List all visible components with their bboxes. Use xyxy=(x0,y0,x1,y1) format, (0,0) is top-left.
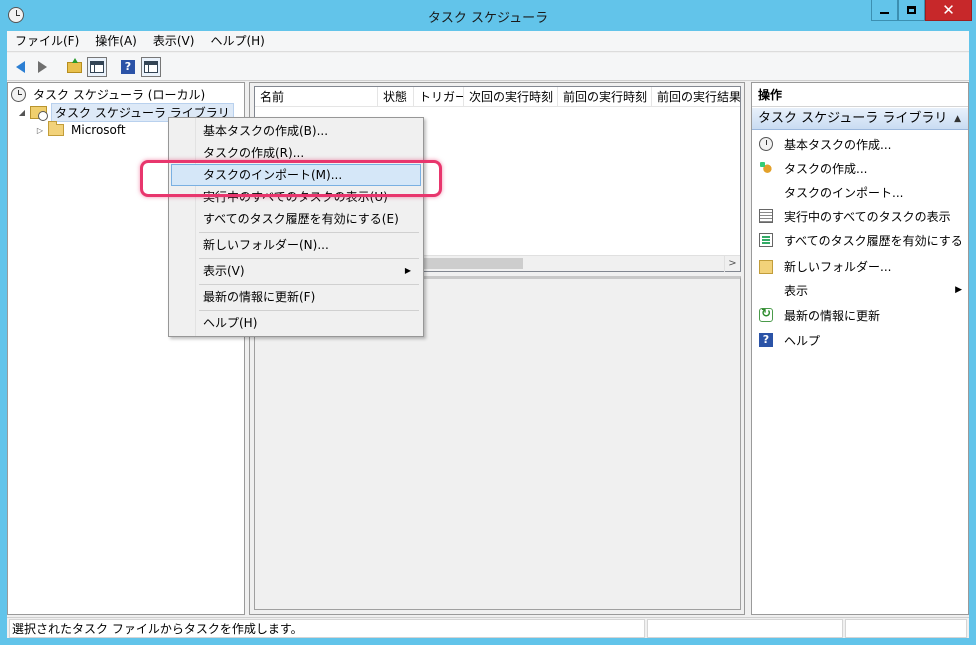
action-create-basic-task[interactable]: 基本タスクの作成... xyxy=(752,133,968,155)
actions-header: 操作 xyxy=(752,83,968,107)
up-folder-button[interactable] xyxy=(64,57,84,77)
action-display-running-tasks[interactable]: 実行中のすべてのタスクの表示 xyxy=(752,205,968,227)
menu-separator xyxy=(199,284,419,285)
forward-arrow-icon xyxy=(37,61,47,73)
collapse-triangle-icon[interactable]: ▲ xyxy=(954,108,961,130)
submenu-arrow-icon: ▶ xyxy=(955,285,962,295)
action-create-task[interactable]: タスクの作成... xyxy=(752,157,968,179)
status-segment xyxy=(845,619,967,638)
task-icon xyxy=(759,161,773,175)
action-label: タスクの作成... xyxy=(784,161,868,176)
help-icon: ? xyxy=(759,333,773,347)
back-button[interactable] xyxy=(10,57,30,77)
action-label: タスクのインポート... xyxy=(784,185,904,200)
action-pane-icon xyxy=(144,61,158,73)
client-area: ファイル(F) 操作(A) 表示(V) ヘルプ(H) ? タスク スケジューラ … xyxy=(7,31,969,638)
back-arrow-icon xyxy=(15,61,25,73)
minimize-button[interactable] xyxy=(871,0,898,21)
toolbar: ? xyxy=(7,53,969,81)
console-tree-icon xyxy=(90,61,104,73)
library-folder-icon xyxy=(30,105,48,121)
context-item-refresh[interactable]: 最新の情報に更新(F) xyxy=(171,286,421,308)
menu-help[interactable]: ヘルプ(H) xyxy=(202,31,272,51)
column-header-last-result[interactable]: 前回の実行結果 xyxy=(652,87,740,107)
close-icon: ✕ xyxy=(942,0,955,19)
clock-icon xyxy=(11,86,26,102)
context-item-help[interactable]: ヘルプ(H) xyxy=(171,312,421,334)
help-button[interactable]: ? xyxy=(118,57,138,77)
minimize-icon xyxy=(880,12,889,14)
menu-separator xyxy=(199,232,419,233)
action-label: 新しいフォルダー... xyxy=(784,259,892,274)
actions-group-library[interactable]: タスク スケジューラ ライブラリ ▲ xyxy=(752,108,968,130)
highlight-callout xyxy=(140,160,442,197)
column-header-status[interactable]: 状態 xyxy=(378,87,414,107)
maximize-button[interactable] xyxy=(898,0,925,21)
show-hide-action-pane-button[interactable] xyxy=(141,57,161,77)
maximize-icon xyxy=(907,6,916,14)
close-button[interactable]: ✕ xyxy=(925,0,972,21)
action-enable-task-history[interactable]: すべてのタスク履歴を有効にする xyxy=(752,229,968,251)
action-label: 基本タスクの作成... xyxy=(784,137,892,152)
expanded-triangle-icon[interactable]: ◢ xyxy=(17,108,27,117)
tree-item-microsoft[interactable]: ▷ Microsoft xyxy=(35,121,129,139)
column-header-trigger[interactable]: トリガー xyxy=(414,87,464,107)
folder-up-icon xyxy=(66,57,82,73)
collapsed-triangle-icon[interactable]: ▷ xyxy=(35,126,45,135)
list-icon xyxy=(759,209,773,223)
forward-button[interactable] xyxy=(32,57,52,77)
action-new-folder[interactable]: 新しいフォルダー... xyxy=(752,255,968,277)
status-bar: 選択されたタスク ファイルからタスクを作成します。 xyxy=(7,617,969,638)
window-title: タスク スケジューラ xyxy=(427,11,549,26)
action-refresh[interactable]: 最新の情報に更新 xyxy=(752,304,968,326)
menu-file[interactable]: ファイル(F) xyxy=(7,31,87,51)
context-menu: 基本タスクの作成(B)... タスクの作成(R)... タスクのインポート(M)… xyxy=(168,117,424,337)
folder-icon xyxy=(48,121,64,136)
action-help[interactable]: ? ヘルプ xyxy=(752,329,968,351)
action-label: 実行中のすべてのタスクの表示 xyxy=(784,209,951,224)
column-header-last-run[interactable]: 前回の実行時刻 xyxy=(558,87,652,107)
tree-item-root[interactable]: タスク スケジューラ (ローカル) xyxy=(11,85,208,103)
folder-icon xyxy=(759,260,773,274)
menu-separator xyxy=(199,258,419,259)
history-icon xyxy=(759,233,773,247)
action-label: ヘルプ xyxy=(784,333,821,348)
column-header-next-run[interactable]: 次回の実行時刻 xyxy=(464,87,558,107)
help-icon: ? xyxy=(121,60,135,74)
task-list-header: 名前 状態 トリガー 次回の実行時刻 前回の実行時刻 前回の実行結果 xyxy=(255,87,740,107)
action-label: すべてのタスク履歴を有効にする xyxy=(784,233,963,248)
actions-group-title: タスク スケジューラ ライブラリ xyxy=(758,111,948,126)
column-header-name[interactable]: 名前 xyxy=(255,87,378,107)
context-item-create-basic-task[interactable]: 基本タスクの作成(B)... xyxy=(171,120,421,142)
menu-action[interactable]: 操作(A) xyxy=(87,31,145,51)
action-label: 表示 xyxy=(784,283,809,298)
context-item-view[interactable]: 表示(V) ▶ xyxy=(171,260,421,282)
context-item-label: 表示(V) xyxy=(203,264,245,278)
app-window: タスク スケジューラ ✕ ファイル(F) 操作(A) 表示(V) ヘルプ(H) … xyxy=(0,0,976,645)
status-text: 選択されたタスク ファイルからタスクを作成します。 xyxy=(9,619,645,638)
action-view[interactable]: 表示 ▶ xyxy=(752,279,968,301)
tree-item-label: タスク スケジューラ (ローカル) xyxy=(33,87,206,102)
action-label: 最新の情報に更新 xyxy=(784,308,881,323)
tree-item-label: Microsoft xyxy=(71,123,126,137)
submenu-arrow-icon: ▶ xyxy=(404,266,411,275)
clock-icon xyxy=(759,137,773,151)
context-item-enable-task-history[interactable]: すべてのタスク履歴を有効にする(E) xyxy=(171,208,421,230)
show-hide-console-tree-button[interactable] xyxy=(87,57,107,77)
action-import-task[interactable]: タスクのインポート... xyxy=(752,181,968,203)
refresh-icon xyxy=(759,306,773,322)
actions-pane: 操作 タスク スケジューラ ライブラリ ▲ 基本タスクの作成... タスクの作成… xyxy=(751,82,969,615)
menu-bar: ファイル(F) 操作(A) 表示(V) ヘルプ(H) xyxy=(7,31,969,52)
menu-separator xyxy=(199,310,419,311)
menu-view[interactable]: 表示(V) xyxy=(145,31,203,51)
context-item-new-folder[interactable]: 新しいフォルダー(N)... xyxy=(171,234,421,256)
pane-splitter[interactable] xyxy=(745,82,749,615)
scroll-right-icon[interactable]: > xyxy=(724,256,740,272)
title-bar[interactable]: タスク スケジューラ ✕ xyxy=(0,0,976,31)
status-segment xyxy=(647,619,843,638)
